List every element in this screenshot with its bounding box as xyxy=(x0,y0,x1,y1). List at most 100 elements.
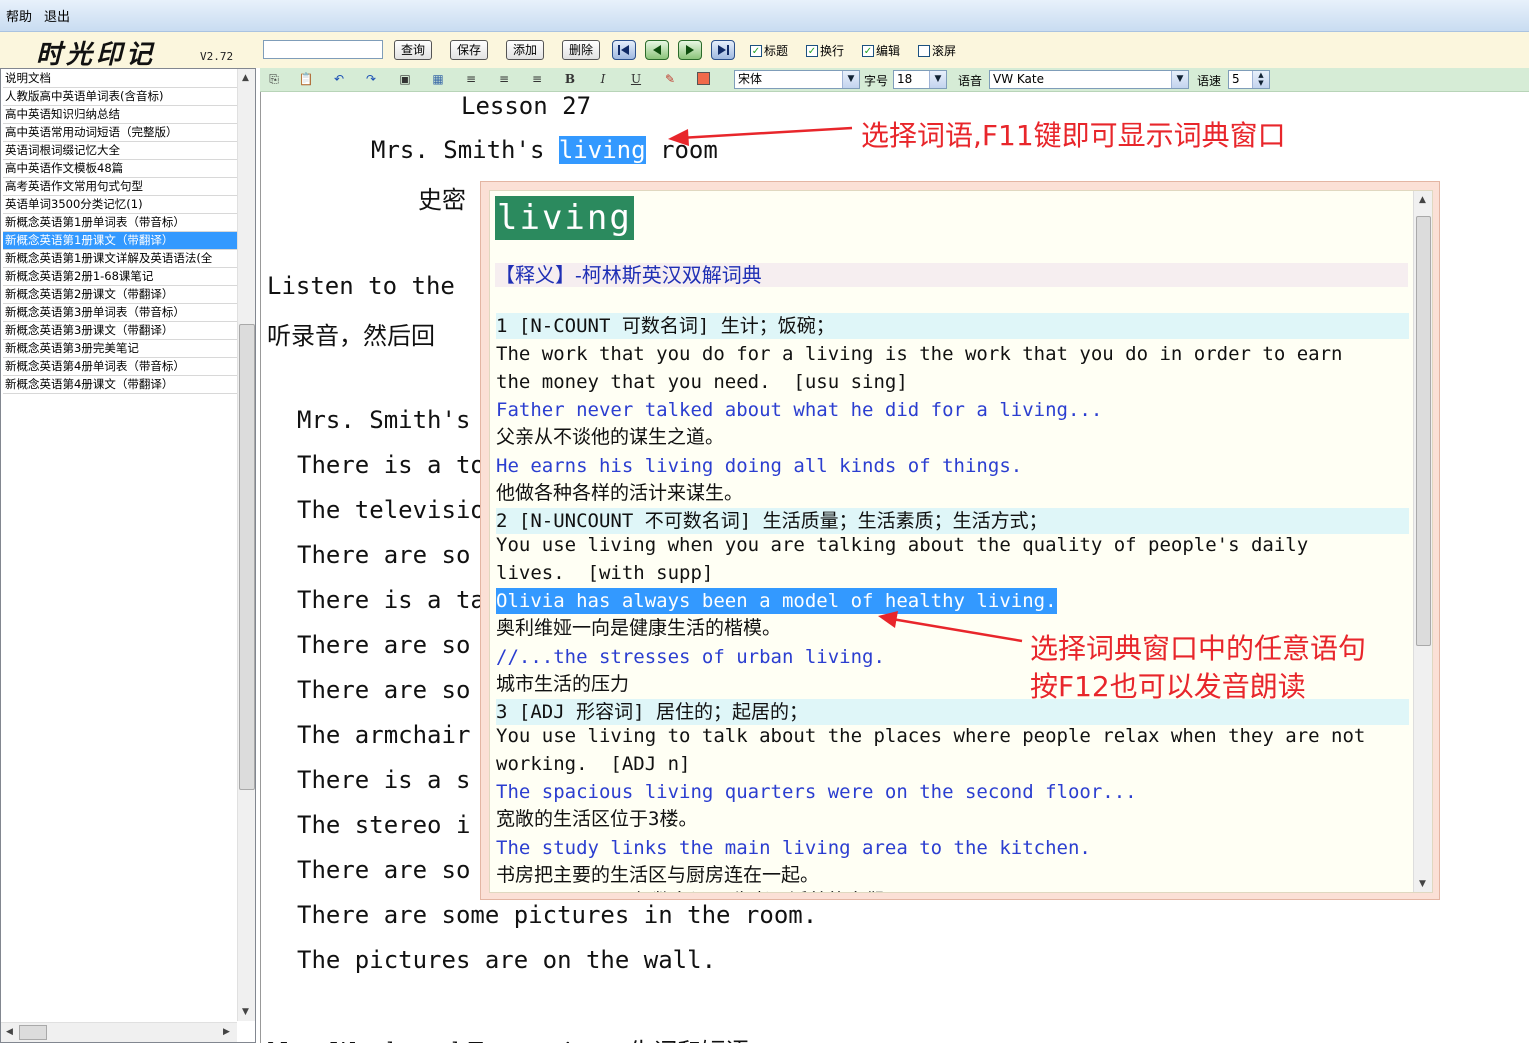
text-line: The armchair xyxy=(297,721,471,749)
text-line: The pictures are on the wall. xyxy=(297,946,717,974)
text-line: There are so xyxy=(297,856,471,884)
align-left-icon[interactable]: ≡ xyxy=(463,71,479,87)
sidebar-item[interactable]: 高考英语作文常用句式句型 xyxy=(3,178,237,196)
menu-bar: 帮助 退出 xyxy=(0,0,1529,32)
sidebar-horizontal-scrollbar[interactable]: ◀ ▶ xyxy=(1,1022,237,1042)
bold-button[interactable]: B xyxy=(562,71,578,87)
dictionary-line-def[interactable]: 4 [N-PLURAL 复数名词] 生者；活着的人们 xyxy=(496,888,884,892)
sidebar-item[interactable]: 新概念英语第4册单词表（带音标） xyxy=(3,358,237,376)
sidebar-item[interactable]: 新概念英语第1册课文详解及英语语法(全 xyxy=(3,250,237,268)
sidebar-item[interactable]: 新概念英语第2册1-68课笔记 xyxy=(3,268,237,286)
wrap-checkbox[interactable]: ✓ 换行 xyxy=(806,42,844,59)
highlight-pen-icon[interactable]: ✎ xyxy=(662,71,678,87)
sidebar-item[interactable]: 高中英语知识归纳总结 xyxy=(3,106,237,124)
scroll-thumb[interactable] xyxy=(19,1025,47,1040)
dictionary-line-def[interactable]: You use living when you are talking abou… xyxy=(496,532,1308,558)
menu-exit[interactable]: 退出 xyxy=(44,6,70,25)
dictionary-line-def[interactable]: the money that you need. [usu sing] xyxy=(496,369,908,395)
checkbox-box: ✓ xyxy=(806,44,818,57)
spin-arrows-icon[interactable]: ▲ ▼ xyxy=(1252,71,1269,88)
scroll-down-icon[interactable]: ▼ xyxy=(1419,879,1426,889)
align-center-icon[interactable]: ≡ xyxy=(496,71,512,87)
dictionary-line-def[interactable]: You use living to talk about the places … xyxy=(496,723,1365,749)
edit-checkbox[interactable]: ✓ 编辑 xyxy=(862,42,900,59)
sidebar-item[interactable]: 说明文档 xyxy=(3,70,237,88)
delete-button[interactable]: 删除 xyxy=(562,40,600,60)
sidebar-item[interactable]: 新概念英语第4册课文（带翻译） xyxy=(3,376,237,394)
dictionary-line-ex[interactable]: The study links the main living area to … xyxy=(496,835,1091,861)
search-input[interactable] xyxy=(263,40,383,59)
dictionary-line-def[interactable]: The work that you do for a living is the… xyxy=(496,341,1342,367)
dictionary-scrollbar[interactable]: ▲ ▼ xyxy=(1413,191,1432,892)
last-icon xyxy=(718,45,729,55)
dictionary-line-cn[interactable]: 父亲从不谈他的谋生之道。 xyxy=(496,424,724,450)
voice-select[interactable]: VW Kate ▼ xyxy=(989,70,1189,89)
sidebar-item[interactable]: 人教版高中英语单词表(含音标) xyxy=(3,88,237,106)
title-checkbox[interactable]: ✓ 标题 xyxy=(750,42,788,59)
dictionary-line-ex[interactable]: The spacious living quarters were on the… xyxy=(496,779,1137,805)
text-line: There is a ta xyxy=(297,586,485,614)
dictionary-line-cn[interactable]: 奥利维娅一向是健康生活的楷模。 xyxy=(496,615,781,641)
menu-help[interactable]: 帮助 xyxy=(6,6,32,25)
sidebar-item[interactable]: 高中英语常用动词短语（完整版） xyxy=(3,124,237,142)
scroll-up-icon[interactable]: ▲ xyxy=(1419,195,1426,205)
prev-record-button[interactable] xyxy=(645,40,669,60)
speed-stepper[interactable]: 5 ▲ ▼ xyxy=(1228,70,1270,89)
dictionary-line-cn[interactable]: 他做各种各样的活计来谋生。 xyxy=(496,480,743,506)
sidebar-item[interactable]: 新概念英语第3册课文（带翻译） xyxy=(3,322,237,340)
text-line: The stereo i xyxy=(297,811,471,839)
undo-icon[interactable]: ↶ xyxy=(331,71,347,87)
document-list: 说明文档 人教版高中英语单词表(含音标) 高中英语知识归纳总结 高中英语常用动词短语（… xyxy=(3,70,237,394)
sidebar-item[interactable]: 新概念英语第3册单词表（带音标） xyxy=(3,304,237,322)
sidebar-vertical-scrollbar[interactable]: ▲ ▼ xyxy=(237,69,255,1021)
dictionary-line-def[interactable]: working. [ADJ n] xyxy=(496,751,690,777)
sidebar-item[interactable]: 新概念英语第2册课文（带翻译） xyxy=(3,286,237,304)
sidebar-item[interactable]: 高中英语作文模板48篇 xyxy=(3,160,237,178)
copy-icon[interactable]: ⎘ xyxy=(266,71,282,87)
dictionary-line-sense[interactable]: 1 [N-COUNT 可数名词] 生计；饭碗； xyxy=(496,313,1409,339)
last-record-button[interactable] xyxy=(711,40,735,60)
italic-button[interactable]: I xyxy=(595,71,611,87)
color-swatch-icon[interactable] xyxy=(695,71,711,87)
dictionary-line-def[interactable]: lives. [with supp] xyxy=(496,560,713,586)
scroll-right-icon[interactable]: ▶ xyxy=(223,1027,230,1037)
new-words-heading: New Words and Expressions 生词和短语 xyxy=(267,1032,749,1043)
annotation-f11: 选择词语,F11键即可显示词典窗口 xyxy=(861,119,1286,152)
sidebar-item[interactable]: 新概念英语第3册完美笔记 xyxy=(3,340,237,358)
sidebar-item[interactable]: 英语词根词缀记忆大全 xyxy=(3,142,237,160)
scroll-checkbox[interactable]: 滚屏 xyxy=(918,42,956,59)
scroll-thumb[interactable] xyxy=(239,324,255,790)
scroll-left-icon[interactable]: ◀ xyxy=(6,1027,13,1037)
image-icon[interactable]: ▣ xyxy=(397,71,413,87)
scroll-thumb[interactable] xyxy=(1416,216,1431,646)
align-right-icon[interactable]: ≡ xyxy=(529,71,545,87)
font-name-select[interactable]: 宋体 ▼ xyxy=(734,70,860,89)
dictionary-line-sense[interactable]: 2 [N-UNCOUNT 不可数名词] 生活质量；生活素质；生活方式； xyxy=(496,508,1409,534)
listen-instruction: Listen to the xyxy=(267,272,470,300)
scroll-up-icon[interactable]: ▲ xyxy=(242,73,249,83)
first-record-button[interactable] xyxy=(612,40,636,60)
font-size-select[interactable]: 18 ▼ xyxy=(893,70,947,89)
next-record-button[interactable] xyxy=(678,40,702,60)
dictionary-line-ex[interactable]: Father never talked about what he did fo… xyxy=(496,397,1102,423)
dictionary-line-cn[interactable]: 书房把主要的生活区与厨房连在一起。 xyxy=(496,862,819,888)
query-button[interactable]: 查询 xyxy=(394,40,432,60)
save-button[interactable]: 保存 xyxy=(450,40,488,60)
redo-icon[interactable]: ↷ xyxy=(363,71,379,87)
dictionary-line-ex[interactable]: //...the stresses of urban living. xyxy=(496,644,885,670)
scroll-down-icon[interactable]: ▼ xyxy=(242,1007,249,1017)
selected-word[interactable]: living xyxy=(558,136,646,164)
sidebar-item[interactable]: 新概念英语第1册单词表（带音标） xyxy=(3,214,237,232)
dictionary-content[interactable]: living 【释义】-柯林斯英汉双解词典 1 [N-COUNT 可数名词] 生… xyxy=(489,190,1433,893)
dictionary-line-ex[interactable]: He earns his living doing all kinds of t… xyxy=(496,453,1022,479)
table-icon[interactable]: ▦ xyxy=(430,71,446,87)
sidebar-item[interactable]: 新概念英语第1册课文（带翻译） xyxy=(3,232,237,250)
text-line: There is a to xyxy=(297,451,485,479)
paste-icon[interactable]: 📋 xyxy=(298,71,314,87)
sidebar-item[interactable]: 英语单词3500分类记忆(1) xyxy=(3,196,237,214)
underline-button[interactable]: U xyxy=(628,71,644,87)
dictionary-line-sel[interactable]: Olivia has always been a model of health… xyxy=(496,588,1057,614)
add-button[interactable]: 添加 xyxy=(506,40,544,60)
dictionary-line-cn[interactable]: 城市生活的压力 xyxy=(496,671,629,697)
dictionary-line-cn[interactable]: 宽敞的生活区位于3楼。 xyxy=(496,806,697,832)
